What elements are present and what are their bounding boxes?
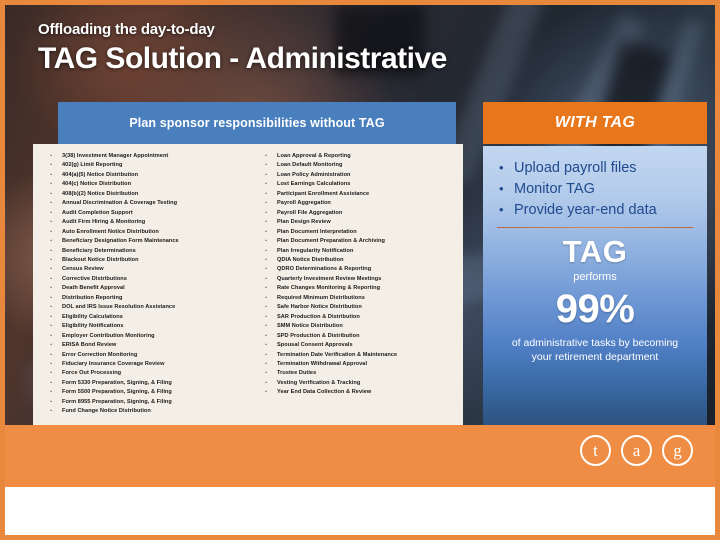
tag-brand-word: TAG [562, 234, 628, 269]
task-list-item: Census Review [45, 264, 248, 274]
task-list-item: Audit Firm Hiring & Monitoring [45, 217, 248, 227]
task-list-item: Error Correction Monitoring [45, 349, 248, 360]
tag-logo: t a g [580, 435, 693, 466]
task-list-item: Eligibility Calculations [45, 312, 248, 322]
task-list-item: Year End Data Collection & Review [260, 387, 463, 397]
task-list-item: Plan Irregularity Notification [260, 245, 463, 256]
task-list-item: Death Benefit Approval [45, 283, 248, 293]
task-list-item: Employer Contribution Monitoring [45, 331, 248, 341]
task-list-item: Distribution Reporting [45, 293, 248, 303]
with-tag-header-label: WITH TAG [554, 114, 636, 131]
panel-divider [497, 227, 693, 228]
task-list-item: Loan Policy Administration [260, 170, 463, 180]
task-list-item: Annual Discrimination & Coverage Testing [45, 198, 248, 208]
task-list-item: 3(38) Investment Manager Appointment [45, 151, 248, 161]
without-tag-panel: 3(38) Investment Manager Appointment402(… [33, 144, 463, 425]
task-list-item: Blackout Notice Distribution [45, 255, 248, 265]
tag-stat-caption: of administrative tasks by becoming your… [511, 337, 679, 364]
task-list-item: 408(b)(2) Notice Distribution [45, 189, 248, 199]
task-list-item: Payroll Aggregation [260, 198, 463, 208]
task-list-item: Termination Date Verification & Maintena… [260, 349, 463, 360]
task-list-item: 404(c) Notice Distribution [45, 179, 248, 189]
task-list-item: Fund Change Notice Distribution [45, 406, 248, 416]
with-tag-bullet: Upload payroll files [493, 157, 697, 179]
task-list-item: Beneficiary Determinations [45, 245, 248, 256]
task-list-item: Quarterly Investment Review Meetings [260, 274, 463, 284]
footer-band: t a g [5, 425, 715, 487]
task-list-item: Corrective Distributions [45, 274, 248, 284]
task-list-item: SAR Production & Distribution [260, 312, 463, 322]
task-list-item: Audit Completion Support [45, 208, 248, 218]
task-list-item: Force Out Processing [45, 368, 248, 378]
task-list-1: 3(38) Investment Manager Appointment402(… [45, 151, 248, 417]
task-list-item: Eligibility Notifications [45, 321, 248, 331]
with-tag-bullet-list: Upload payroll filesMonitor TAGProvide y… [493, 157, 697, 221]
footer-white-area [5, 487, 715, 535]
task-list-item: Fiduciary Insurance Coverage Review [45, 359, 248, 369]
without-tag-header: Plan sponsor responsibilities without TA… [58, 102, 456, 144]
with-tag-header: WITH TAG [483, 102, 707, 144]
task-column-2: Loan Approval & ReportingLoan Default Mo… [248, 151, 463, 422]
tag-percent-value: 99% [555, 287, 635, 332]
task-list-item: Auto Enrollment Notice Distribution [45, 227, 248, 237]
task-list-item: Lost Earnings Calculations [260, 179, 463, 189]
page-title: TAG Solution - Administrative [38, 41, 447, 75]
slide-eyebrow: Offloading the day-to-day [38, 21, 215, 38]
task-list-item: QDIA Notice Distribution [260, 255, 463, 265]
tag-stat-block: TAG performs 99% of administrative tasks… [493, 234, 697, 364]
task-list-item: Required Minimum Distributions [260, 293, 463, 303]
task-list-item: Plan Document Interpretation [260, 227, 463, 237]
task-list-item: QDRO Determinations & Reporting [260, 264, 463, 274]
task-list-item: Participant Enrollment Assistance [260, 189, 463, 199]
task-list-item: Spousal Consent Approvals [260, 340, 463, 350]
task-list-item: SPD Production & Distribution [260, 331, 463, 341]
without-tag-header-label: Plan sponsor responsibilities without TA… [129, 116, 385, 130]
task-list-item: 404(a)(5) Notice Distribution [45, 170, 248, 180]
task-list-item: Loan Approval & Reporting [260, 151, 463, 161]
task-list-item: 402(g) Limit Reporting [45, 160, 248, 170]
task-list-item: Loan Default Monitoring [260, 160, 463, 170]
task-list-item: Rate Changes Monitoring & Reporting [260, 283, 463, 293]
logo-letter-t: t [580, 435, 611, 466]
task-list-2: Loan Approval & ReportingLoan Default Mo… [260, 151, 463, 398]
task-list-item: Beneficiary Designation Form Maintenance [45, 236, 248, 246]
title-block: Offloading the day-to-day TAG Solution -… [38, 21, 558, 76]
task-list-item: Vesting Verification & Tracking [260, 378, 463, 388]
task-list-item: Form 5330 Preparation, Signing, & Filing [45, 378, 248, 388]
with-tag-bullet: Monitor TAG [493, 178, 697, 200]
slide: Offloading the day-to-day TAG Solution -… [0, 0, 720, 540]
task-list-item: ERISA Bond Review [45, 340, 248, 350]
logo-letter-g: g [662, 435, 693, 466]
task-list-item: Form 8955 Preparation, Signing, & Filing [45, 397, 248, 407]
task-list-item: DOL and IRS Issue Resolution Assistance [45, 302, 248, 312]
task-column-1: 3(38) Investment Manager Appointment402(… [33, 151, 248, 422]
logo-letter-a: a [621, 435, 652, 466]
tag-performs-label: performs [573, 270, 617, 283]
task-list-item: Plan Document Preparation & Archiving [260, 236, 463, 246]
with-tag-bullet: Provide year-end data [493, 199, 697, 221]
task-list-item: SMM Notice Distribution [260, 321, 463, 331]
with-tag-panel: Upload payroll filesMonitor TAGProvide y… [483, 146, 707, 425]
task-list-item: Trustee Duties [260, 368, 463, 378]
task-list-item: Form 5500 Preparation, Signing, & Filing [45, 387, 248, 397]
task-list-item: Safe Harbor Notice Distribution [260, 302, 463, 312]
task-list-item: Termination Withdrawal Approval [260, 359, 463, 369]
task-list-item: Plan Design Review [260, 217, 463, 227]
task-list-item: Payroll File Aggregation [260, 208, 463, 218]
